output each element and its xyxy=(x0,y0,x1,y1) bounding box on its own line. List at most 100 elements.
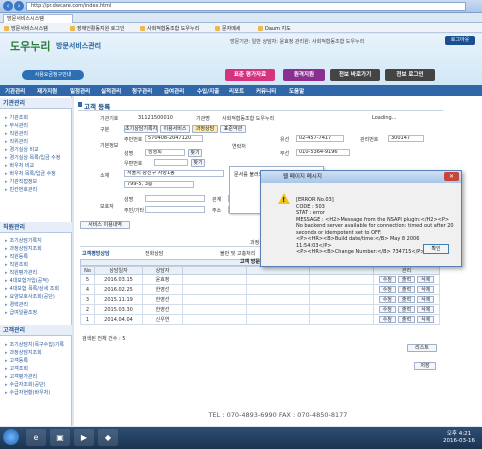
sidebar-item[interactable]: 4대보험 목록/상세 조회 xyxy=(5,285,59,292)
service-history-button[interactable]: 서비스 이용내역 xyxy=(80,221,130,229)
search-button[interactable]: 찾기 xyxy=(188,149,202,157)
use-service-button[interactable]: 이용서비스 xyxy=(160,125,190,133)
nav-item[interactable]: 재가지원 xyxy=(37,87,57,95)
nav-item[interactable]: 급여관리 xyxy=(164,87,184,95)
browser-tab[interactable]: 방문서비스시스템 xyxy=(3,14,73,23)
sidebar-item[interactable]: 수급자조회(공단) xyxy=(5,381,46,388)
sidebar-item[interactable]: 바우처 목록/입금 수정 xyxy=(5,170,56,177)
delete-button[interactable]: 삭제 xyxy=(417,316,435,323)
nav-item[interactable]: 실적관리 xyxy=(101,87,121,95)
print-button[interactable]: 출력 xyxy=(397,306,416,313)
nav-item[interactable]: 기관관리 xyxy=(5,87,25,95)
delete-button[interactable]: 삭제 xyxy=(417,276,435,283)
delete-button[interactable]: 삭제 xyxy=(417,296,435,303)
sidebar-item[interactable]: 조기상담기록지 xyxy=(5,237,42,244)
sidebar-item[interactable]: 수급자현황(바우처) xyxy=(5,389,51,396)
list-button[interactable]: 리스트 xyxy=(407,344,437,352)
edit-button[interactable]: 수정 xyxy=(378,306,396,313)
site-logo[interactable]: 도우누리 xyxy=(10,38,50,54)
sidebar-item[interactable]: 급여일람조정 xyxy=(5,309,38,316)
sidebar-item[interactable]: 과정상담지조회 xyxy=(5,349,42,356)
logout-button[interactable]: 로그아웃 xyxy=(445,36,475,45)
standard-eval-button[interactable]: 표준 평가자료 xyxy=(225,69,275,81)
billing-guide-button[interactable]: 사용요금청구안내 xyxy=(22,70,84,80)
name-field[interactable]: 장영희 xyxy=(145,149,185,156)
sidebar-item[interactable]: 고객조회 xyxy=(5,365,28,372)
print-button[interactable]: 출력 xyxy=(397,276,416,283)
zip-search-button[interactable]: 찾기 xyxy=(191,159,205,167)
address-field[interactable]: 서울시 광진구 자양1동 xyxy=(124,170,224,177)
nav-item[interactable]: 일정관리 xyxy=(70,87,90,95)
nav-item[interactable]: 수입/지출 xyxy=(197,87,219,95)
sidebar-item[interactable]: 기관조회 xyxy=(5,114,28,121)
mgmt-no-field[interactable]: 300147 xyxy=(388,135,424,142)
delete-button[interactable]: 삭제 xyxy=(417,286,435,293)
table-row[interactable]: 1 2014.04.04 신우연 수정 출력 삭제 xyxy=(80,314,440,325)
address-bar[interactable]: http://pr.dwcare.com/index.html xyxy=(26,2,466,11)
table-row[interactable]: 3 2015.11.19 한영선 수정 출력 삭제 xyxy=(80,294,440,305)
home-phone-field[interactable]: 02-457-7417 xyxy=(296,135,344,142)
folder-icon[interactable]: ▣ xyxy=(50,429,70,446)
ok-button[interactable]: 확인 xyxy=(423,244,449,254)
delete-button[interactable]: 삭제 xyxy=(417,306,435,313)
remote-support-button[interactable]: 원격지원 xyxy=(283,69,325,81)
sidebar-item[interactable]: 빈칸번호관리 xyxy=(5,186,38,193)
sidebar-item[interactable]: 고객등록 xyxy=(5,357,28,364)
sidebar-item[interactable]: 직위관리 xyxy=(5,138,28,145)
sidebar-item[interactable]: 직원관리 xyxy=(5,130,28,137)
sidebar-item[interactable]: 직원조회 xyxy=(5,261,28,268)
sidebar-item[interactable]: 직원평가관리 xyxy=(5,269,38,276)
sidebar-item[interactable]: 직원등록 xyxy=(5,253,28,260)
edit-button[interactable]: 수정 xyxy=(378,276,396,283)
bookmark-item[interactable]: 방문서비스시스템 xyxy=(4,25,48,32)
table-row[interactable]: 5 2016.03.15 윤효정 수정 출력 삭제 xyxy=(80,274,440,285)
nav-item[interactable]: 청구관리 xyxy=(132,87,152,95)
start-button[interactable] xyxy=(3,429,19,445)
system-login-button[interactable]: 전보 로그인 xyxy=(385,69,435,81)
ie-icon[interactable]: e xyxy=(26,429,46,446)
resident-no-field[interactable]: 570408-2047120 xyxy=(145,135,203,142)
shortcut-button[interactable]: 전보 바로가기 xyxy=(330,69,380,81)
forward-icon[interactable]: › xyxy=(14,1,24,11)
sidebar-item[interactable]: 조기상담지(목구수집)기록 xyxy=(5,341,65,348)
sidebar-item[interactable]: 과정상담지조회 xyxy=(5,245,42,252)
process-counsel-button[interactable]: 과정상담 xyxy=(192,125,218,133)
sidebar-item[interactable]: 경기실상 비교 xyxy=(5,146,39,153)
sidebar-item[interactable]: 부서관리 xyxy=(5,122,28,129)
clock[interactable]: 오후 4:21 2016-03-16 xyxy=(440,431,478,445)
print-button[interactable]: 출력 xyxy=(397,296,416,303)
standard-terms-button[interactable]: 표준약관 xyxy=(220,125,246,133)
sidebar-item[interactable]: 고객평가관리 xyxy=(5,373,38,380)
sidebar-item[interactable]: 요양보호사조회(공단) xyxy=(5,293,55,300)
close-icon[interactable]: ✕ xyxy=(444,172,459,181)
initial-counsel-button[interactable]: 초기상담기록지 xyxy=(124,125,158,133)
sidebar-item[interactable]: 기관직접정보 xyxy=(5,178,38,185)
save-button[interactable]: 저장 xyxy=(414,362,436,370)
guardian-name-field[interactable] xyxy=(145,195,205,202)
nav-item[interactable]: 리포트 xyxy=(229,87,244,95)
print-button[interactable]: 출력 xyxy=(397,286,416,293)
table-row[interactable]: 2 2015.03.30 한영선 수정 출력 삭제 xyxy=(80,304,440,315)
bookmark-item[interactable]: Daum 지도 xyxy=(258,25,291,32)
print-button[interactable]: 출력 xyxy=(397,316,416,323)
mobile-phone-field[interactable]: 010-5364-9196 xyxy=(296,149,350,156)
sidebar-item[interactable]: 바우처 비교 xyxy=(5,162,35,169)
address-detail-field[interactable]: 799-5, 3층 xyxy=(124,181,194,188)
bookmark-item[interactable]: 장애인활동지원 로그인 xyxy=(70,25,125,32)
sidebar-item[interactable]: 경기실상 목록/입금 수정 xyxy=(5,154,61,161)
bookmark-item[interactable]: 사회적협동조합 도우누리 xyxy=(140,25,199,32)
sidebar-item[interactable]: 경력관리 xyxy=(5,301,28,308)
guardian-resno-field[interactable] xyxy=(145,206,205,213)
zip-field[interactable] xyxy=(154,159,188,166)
edit-button[interactable]: 수정 xyxy=(378,286,396,293)
app-icon[interactable]: ◆ xyxy=(98,429,118,446)
table-row[interactable]: 4 2016.02.25 한영선 수정 출력 삭제 xyxy=(80,284,440,295)
edit-button[interactable]: 수정 xyxy=(378,316,396,323)
nav-item[interactable]: 커뮤니티 xyxy=(256,87,276,95)
edit-button[interactable]: 수정 xyxy=(378,296,396,303)
sidebar-item[interactable]: 4대보험가입(공적) xyxy=(5,277,49,284)
bookmark-item[interactable]: 문자메세 xyxy=(215,25,240,32)
media-icon[interactable]: ▶ xyxy=(74,429,94,446)
back-icon[interactable]: ‹ xyxy=(3,1,13,11)
nav-item[interactable]: 도움말 xyxy=(289,87,304,95)
